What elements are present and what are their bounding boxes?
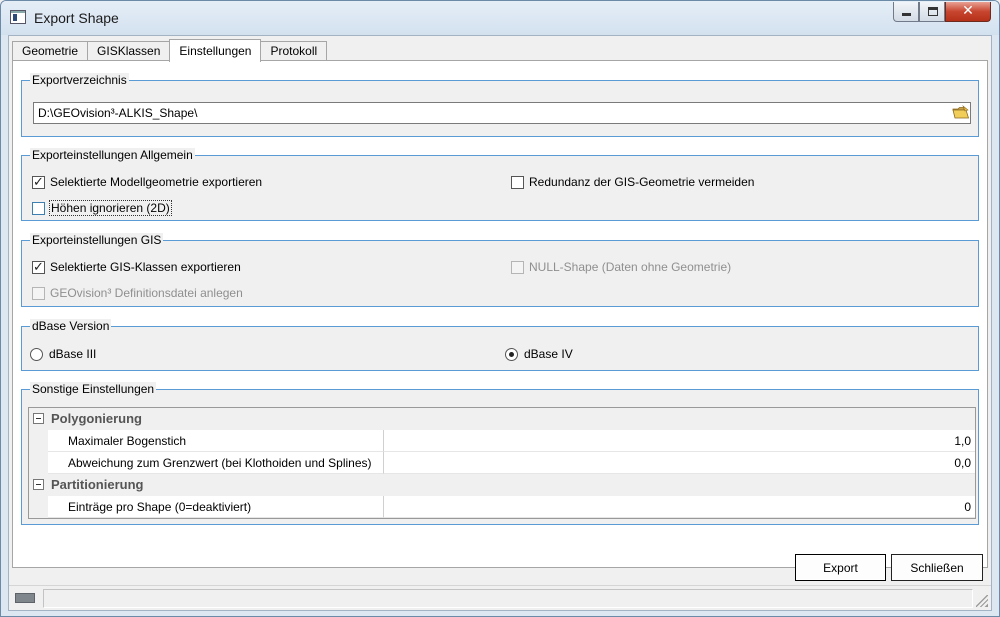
category-partitionierung-label: Partitionierung bbox=[51, 477, 144, 492]
minimize-icon bbox=[902, 13, 911, 16]
export-shape-window: Export Shape ✕ Geometrie GISKlassen Eins… bbox=[0, 0, 1000, 617]
resize-grip-icon[interactable] bbox=[976, 595, 988, 607]
redundancy-label: Redundanz der GIS-Geometrie vermeiden bbox=[529, 175, 755, 189]
close-button[interactable]: Schließen bbox=[891, 554, 983, 581]
group-general-legend: Exporteinstellungen Allgemein bbox=[30, 148, 195, 162]
folder-icon bbox=[952, 105, 970, 119]
collapse-icon[interactable] bbox=[33, 479, 44, 490]
tab-protokoll[interactable]: Protokoll bbox=[260, 41, 328, 61]
keyboard-icon bbox=[15, 593, 35, 603]
group-other-settings: Sonstige Einstellungen Polygonierung Max… bbox=[21, 382, 979, 525]
maximize-icon bbox=[928, 7, 938, 16]
gis-classes-checkbox[interactable] bbox=[32, 259, 45, 275]
ignore-heights-label: Höhen ignorieren (2D) bbox=[49, 200, 172, 216]
export-button[interactable]: Export bbox=[795, 554, 886, 581]
option-dbase3[interactable]: dBase III bbox=[30, 347, 96, 361]
option-redundancy[interactable]: Redundanz der GIS-Geometrie vermeiden bbox=[511, 175, 754, 189]
null-shape-label: NULL-Shape (Daten ohne Geometrie) bbox=[529, 260, 732, 274]
dbase3-label: dBase III bbox=[49, 347, 97, 361]
group-dbase-version: dBase Version dBase III dBase IV bbox=[21, 319, 979, 371]
group-other-legend: Sonstige Einstellungen bbox=[30, 382, 157, 396]
gis-classes-label: Selektierte GIS-Klassen exportieren bbox=[50, 260, 241, 274]
collapse-icon[interactable] bbox=[33, 413, 44, 424]
property-name-deviation: Abweichung zum Grenzwert (bei Klothoiden… bbox=[48, 452, 384, 474]
model-geometry-checkbox[interactable] bbox=[32, 174, 45, 190]
property-row-entries[interactable]: Einträge pro Shape (0=deaktiviert) 0 bbox=[29, 496, 975, 518]
null-shape-checkbox bbox=[511, 260, 524, 274]
group-gis-settings: Exporteinstellungen GIS Selektierte GIS-… bbox=[21, 233, 979, 307]
property-value-deviation[interactable]: 0,0 bbox=[384, 452, 975, 474]
option-model-geometry[interactable]: Selektierte Modellgeometrie exportieren bbox=[32, 174, 263, 190]
caption-buttons: ✕ bbox=[893, 2, 991, 24]
property-row-arc[interactable]: Maximaler Bogenstich 1,0 bbox=[29, 430, 975, 452]
dbase4-label: dBase IV bbox=[524, 347, 573, 361]
minimize-button[interactable] bbox=[893, 2, 919, 22]
maximize-button[interactable] bbox=[919, 2, 945, 22]
option-gis-classes[interactable]: Selektierte GIS-Klassen exportieren bbox=[32, 259, 241, 275]
ignore-heights-checkbox[interactable] bbox=[32, 201, 45, 215]
browse-folder-button[interactable] bbox=[952, 105, 970, 121]
category-polygonierung-label: Polygonierung bbox=[51, 411, 142, 426]
redundancy-checkbox[interactable] bbox=[511, 175, 524, 189]
close-icon: ✕ bbox=[962, 2, 974, 18]
settings-panel: Exportverzeichnis D:\GEOvision³-ALKIS_Sh… bbox=[12, 60, 988, 568]
group-general-settings: Exporteinstellungen Allgemein Selektiert… bbox=[21, 148, 979, 221]
property-value-entries[interactable]: 0 bbox=[384, 496, 975, 518]
property-value-arc[interactable]: 1,0 bbox=[384, 430, 975, 452]
option-dbase4[interactable]: dBase IV bbox=[505, 347, 573, 361]
definition-file-checkbox bbox=[32, 286, 45, 300]
group-export-directory: Exportverzeichnis D:\GEOvision³-ALKIS_Sh… bbox=[21, 73, 979, 137]
dialog-client: Geometrie GISKlassen Einstellungen Proto… bbox=[8, 35, 992, 611]
status-text bbox=[43, 589, 973, 608]
definition-file-label: GEOvision³ Definitionsdatei anlegen bbox=[50, 286, 243, 300]
tab-strip: Geometrie GISKlassen Einstellungen Proto… bbox=[12, 39, 328, 62]
export-path-input[interactable]: D:\GEOvision³-ALKIS_Shape\ bbox=[33, 102, 971, 124]
property-name-entries: Einträge pro Shape (0=deaktiviert) bbox=[48, 496, 384, 518]
property-name-arc: Maximaler Bogenstich bbox=[48, 430, 384, 452]
option-definition-file: GEOvision³ Definitionsdatei anlegen bbox=[32, 286, 243, 300]
category-partitionierung[interactable]: Partitionierung bbox=[29, 474, 975, 496]
close-window-button[interactable]: ✕ bbox=[945, 2, 991, 22]
option-ignore-heights[interactable]: Höhen ignorieren (2D) bbox=[32, 200, 172, 216]
dbase4-radio[interactable] bbox=[505, 347, 518, 361]
group-export-directory-legend: Exportverzeichnis bbox=[30, 73, 129, 87]
property-grid: Polygonierung Maximaler Bogenstich 1,0 A… bbox=[28, 407, 976, 519]
title-bar[interactable]: Export Shape ✕ bbox=[1, 1, 999, 35]
window-title: Export Shape bbox=[34, 10, 119, 26]
model-geometry-label: Selektierte Modellgeometrie exportieren bbox=[50, 175, 263, 189]
tab-gisklassen[interactable]: GISKlassen bbox=[87, 41, 171, 61]
tab-geometrie[interactable]: Geometrie bbox=[12, 41, 89, 61]
status-bar bbox=[9, 585, 991, 610]
dbase3-radio[interactable] bbox=[30, 347, 43, 361]
group-dbase-legend: dBase Version bbox=[30, 319, 112, 333]
tab-einstellungen[interactable]: Einstellungen bbox=[169, 39, 262, 62]
app-icon bbox=[10, 10, 26, 24]
category-polygonierung[interactable]: Polygonierung bbox=[29, 408, 975, 430]
group-gis-legend: Exporteinstellungen GIS bbox=[30, 233, 164, 247]
option-null-shape: NULL-Shape (Daten ohne Geometrie) bbox=[511, 260, 731, 274]
property-row-deviation[interactable]: Abweichung zum Grenzwert (bei Klothoiden… bbox=[29, 452, 975, 474]
